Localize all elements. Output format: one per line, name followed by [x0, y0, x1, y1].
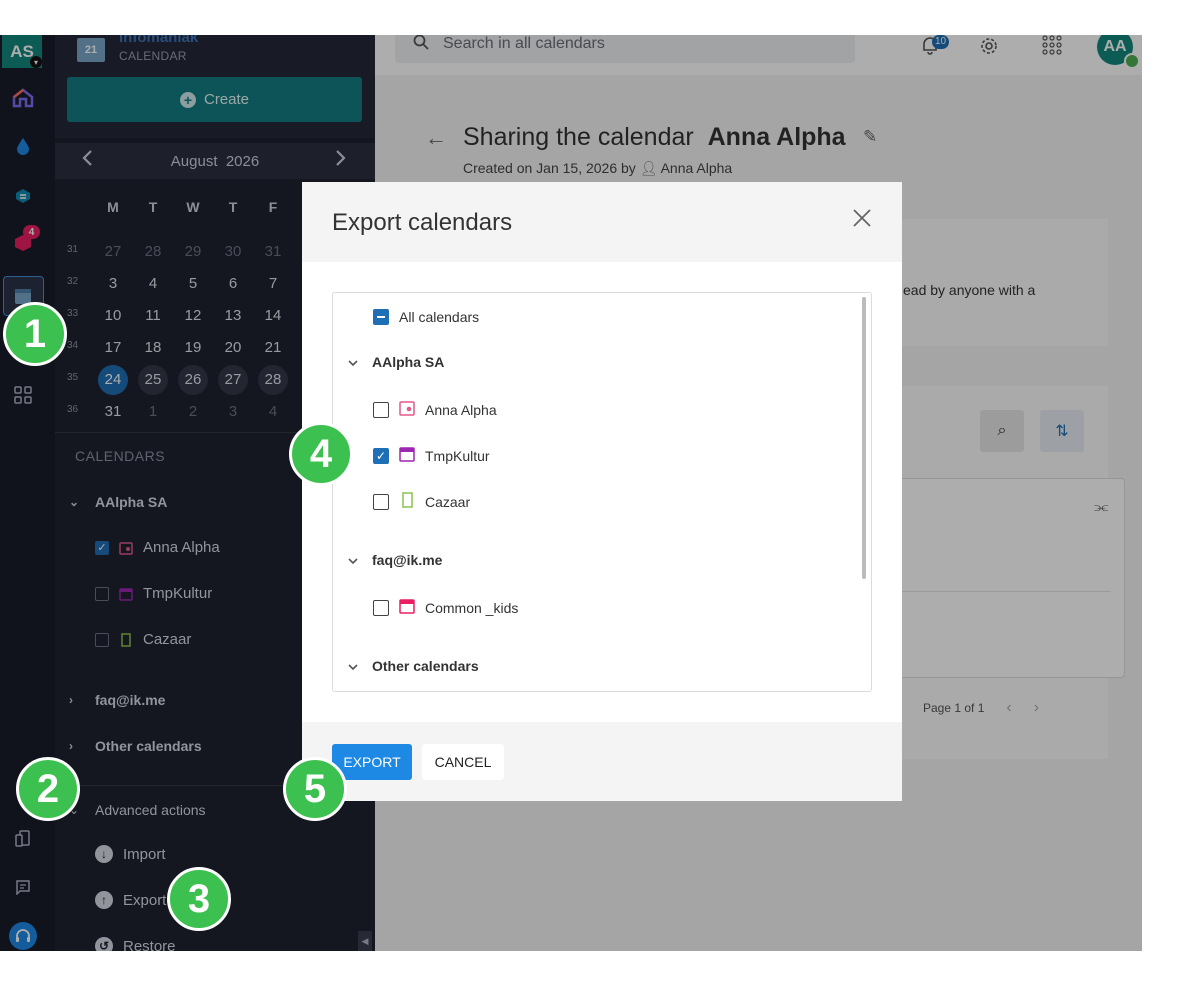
step-marker-2: 2	[16, 757, 80, 821]
close-icon[interactable]	[852, 206, 872, 232]
step-marker-5: 5	[283, 757, 347, 821]
group-label: Other calendars	[372, 658, 479, 674]
group-toggle-aalpha[interactable]: AAlpha SA	[348, 354, 444, 370]
chevron-down-icon	[348, 658, 358, 674]
all-calendars-checkbox[interactable]	[373, 309, 389, 325]
calendar-checkbox[interactable]	[373, 599, 389, 616]
all-calendars-option[interactable]: All calendars	[373, 309, 479, 325]
calendar-option[interactable]: Common _kids	[373, 598, 518, 617]
group-toggle-faq[interactable]: faq@ik.me	[348, 552, 442, 568]
group-label: AAlpha SA	[372, 354, 445, 370]
app-window: AS ▾ 4 21 infomaniak CALENDAR + Create A…	[0, 35, 1142, 951]
calendar-selection-list: All calendars AAlpha SA Anna Alpha ✓ Tmp…	[332, 292, 872, 692]
dialog-footer: EXPORT CANCEL	[302, 722, 902, 801]
chevron-down-icon	[348, 354, 358, 370]
calendar-option[interactable]: ✓ TmpKultur	[373, 446, 490, 465]
calendar-option[interactable]: Cazaar	[373, 492, 470, 511]
cancel-button[interactable]: CANCEL	[422, 744, 504, 780]
option-label: All calendars	[399, 309, 480, 325]
calendar-checkbox[interactable]	[373, 401, 389, 418]
dialog-title: Export calendars	[332, 209, 513, 236]
calendar-user-icon	[399, 400, 415, 419]
calendar-checkbox[interactable]	[373, 493, 389, 510]
step-marker-1: 1	[3, 302, 67, 366]
option-label: Cazaar	[425, 493, 471, 510]
option-label: Anna Alpha	[425, 401, 497, 418]
calendar-checkbox[interactable]: ✓	[373, 447, 389, 464]
step-marker-3: 3	[167, 867, 231, 931]
door-icon	[399, 492, 415, 511]
calendar-icon	[399, 598, 415, 617]
calendar-icon	[399, 446, 415, 465]
calendar-option[interactable]: Anna Alpha	[373, 400, 497, 419]
chevron-down-icon	[348, 552, 358, 568]
option-label: TmpKultur	[425, 447, 490, 464]
export-calendars-dialog: Export calendars All calendars AAlpha SA…	[302, 182, 902, 801]
scrollbar[interactable]	[862, 297, 866, 579]
dialog-header: Export calendars	[302, 182, 902, 262]
option-label: Common _kids	[425, 599, 519, 616]
group-toggle-other[interactable]: Other calendars	[348, 658, 479, 674]
group-label: faq@ik.me	[372, 552, 443, 568]
step-marker-4: 4	[289, 422, 353, 486]
